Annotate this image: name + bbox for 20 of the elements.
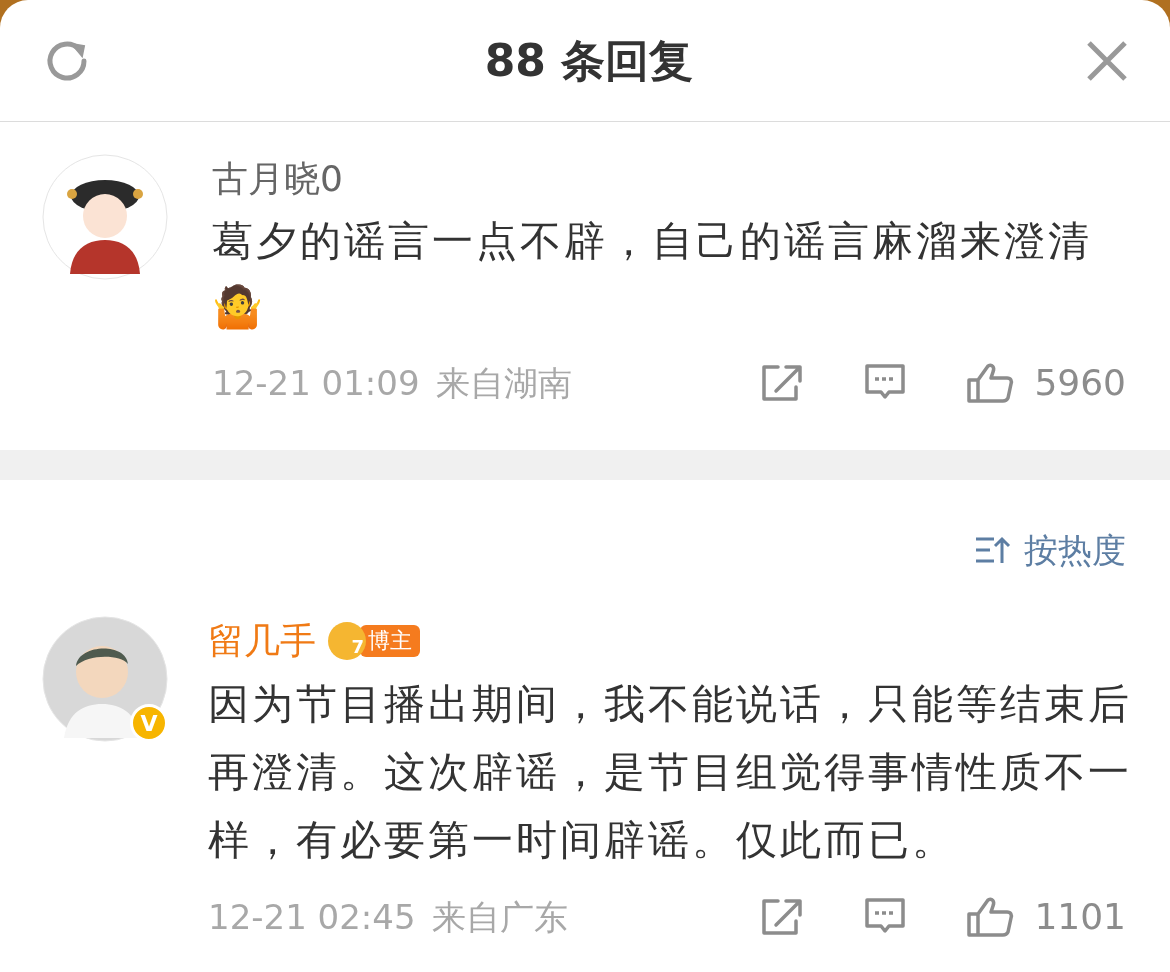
share-icon[interactable] [760,363,805,403]
sort-button[interactable]: 按热度 [974,524,1126,576]
thumbs-up-icon[interactable] [966,362,1015,404]
comment-time: 12-21 02:45 [208,895,416,939]
like-count: 1101 [1034,895,1126,939]
comment-location: 来自广东 [431,895,568,939]
verified-badge: V [130,704,168,742]
like-count: 5960 [1034,361,1126,405]
header-title: 88 条回复 [483,33,695,88]
user-name[interactable]: 古月晓0 [212,154,1170,204]
comment-time: 12-21 01:09 [212,361,420,405]
user-name[interactable]: 留几手 [208,616,316,666]
share-icon[interactable] [760,897,805,937]
comment-location: 来自湖南 [435,361,572,405]
comment-text: 因为节目播出期间，我不能说话，只能等结束后再澄清。这次辟谣，是节目组觉得事情性质不一样，有必要第一时间辟谣。仅此而已。 [208,679,1133,866]
thumbs-up-icon[interactable] [966,896,1015,938]
user-avatar[interactable] [42,154,168,280]
comment-text: 葛夕的谣言一点不辟，自己的谣言麻溜来澄清 🤷 [212,216,1092,333]
sort-icon [974,535,1012,565]
close-icon[interactable] [1086,39,1128,82]
